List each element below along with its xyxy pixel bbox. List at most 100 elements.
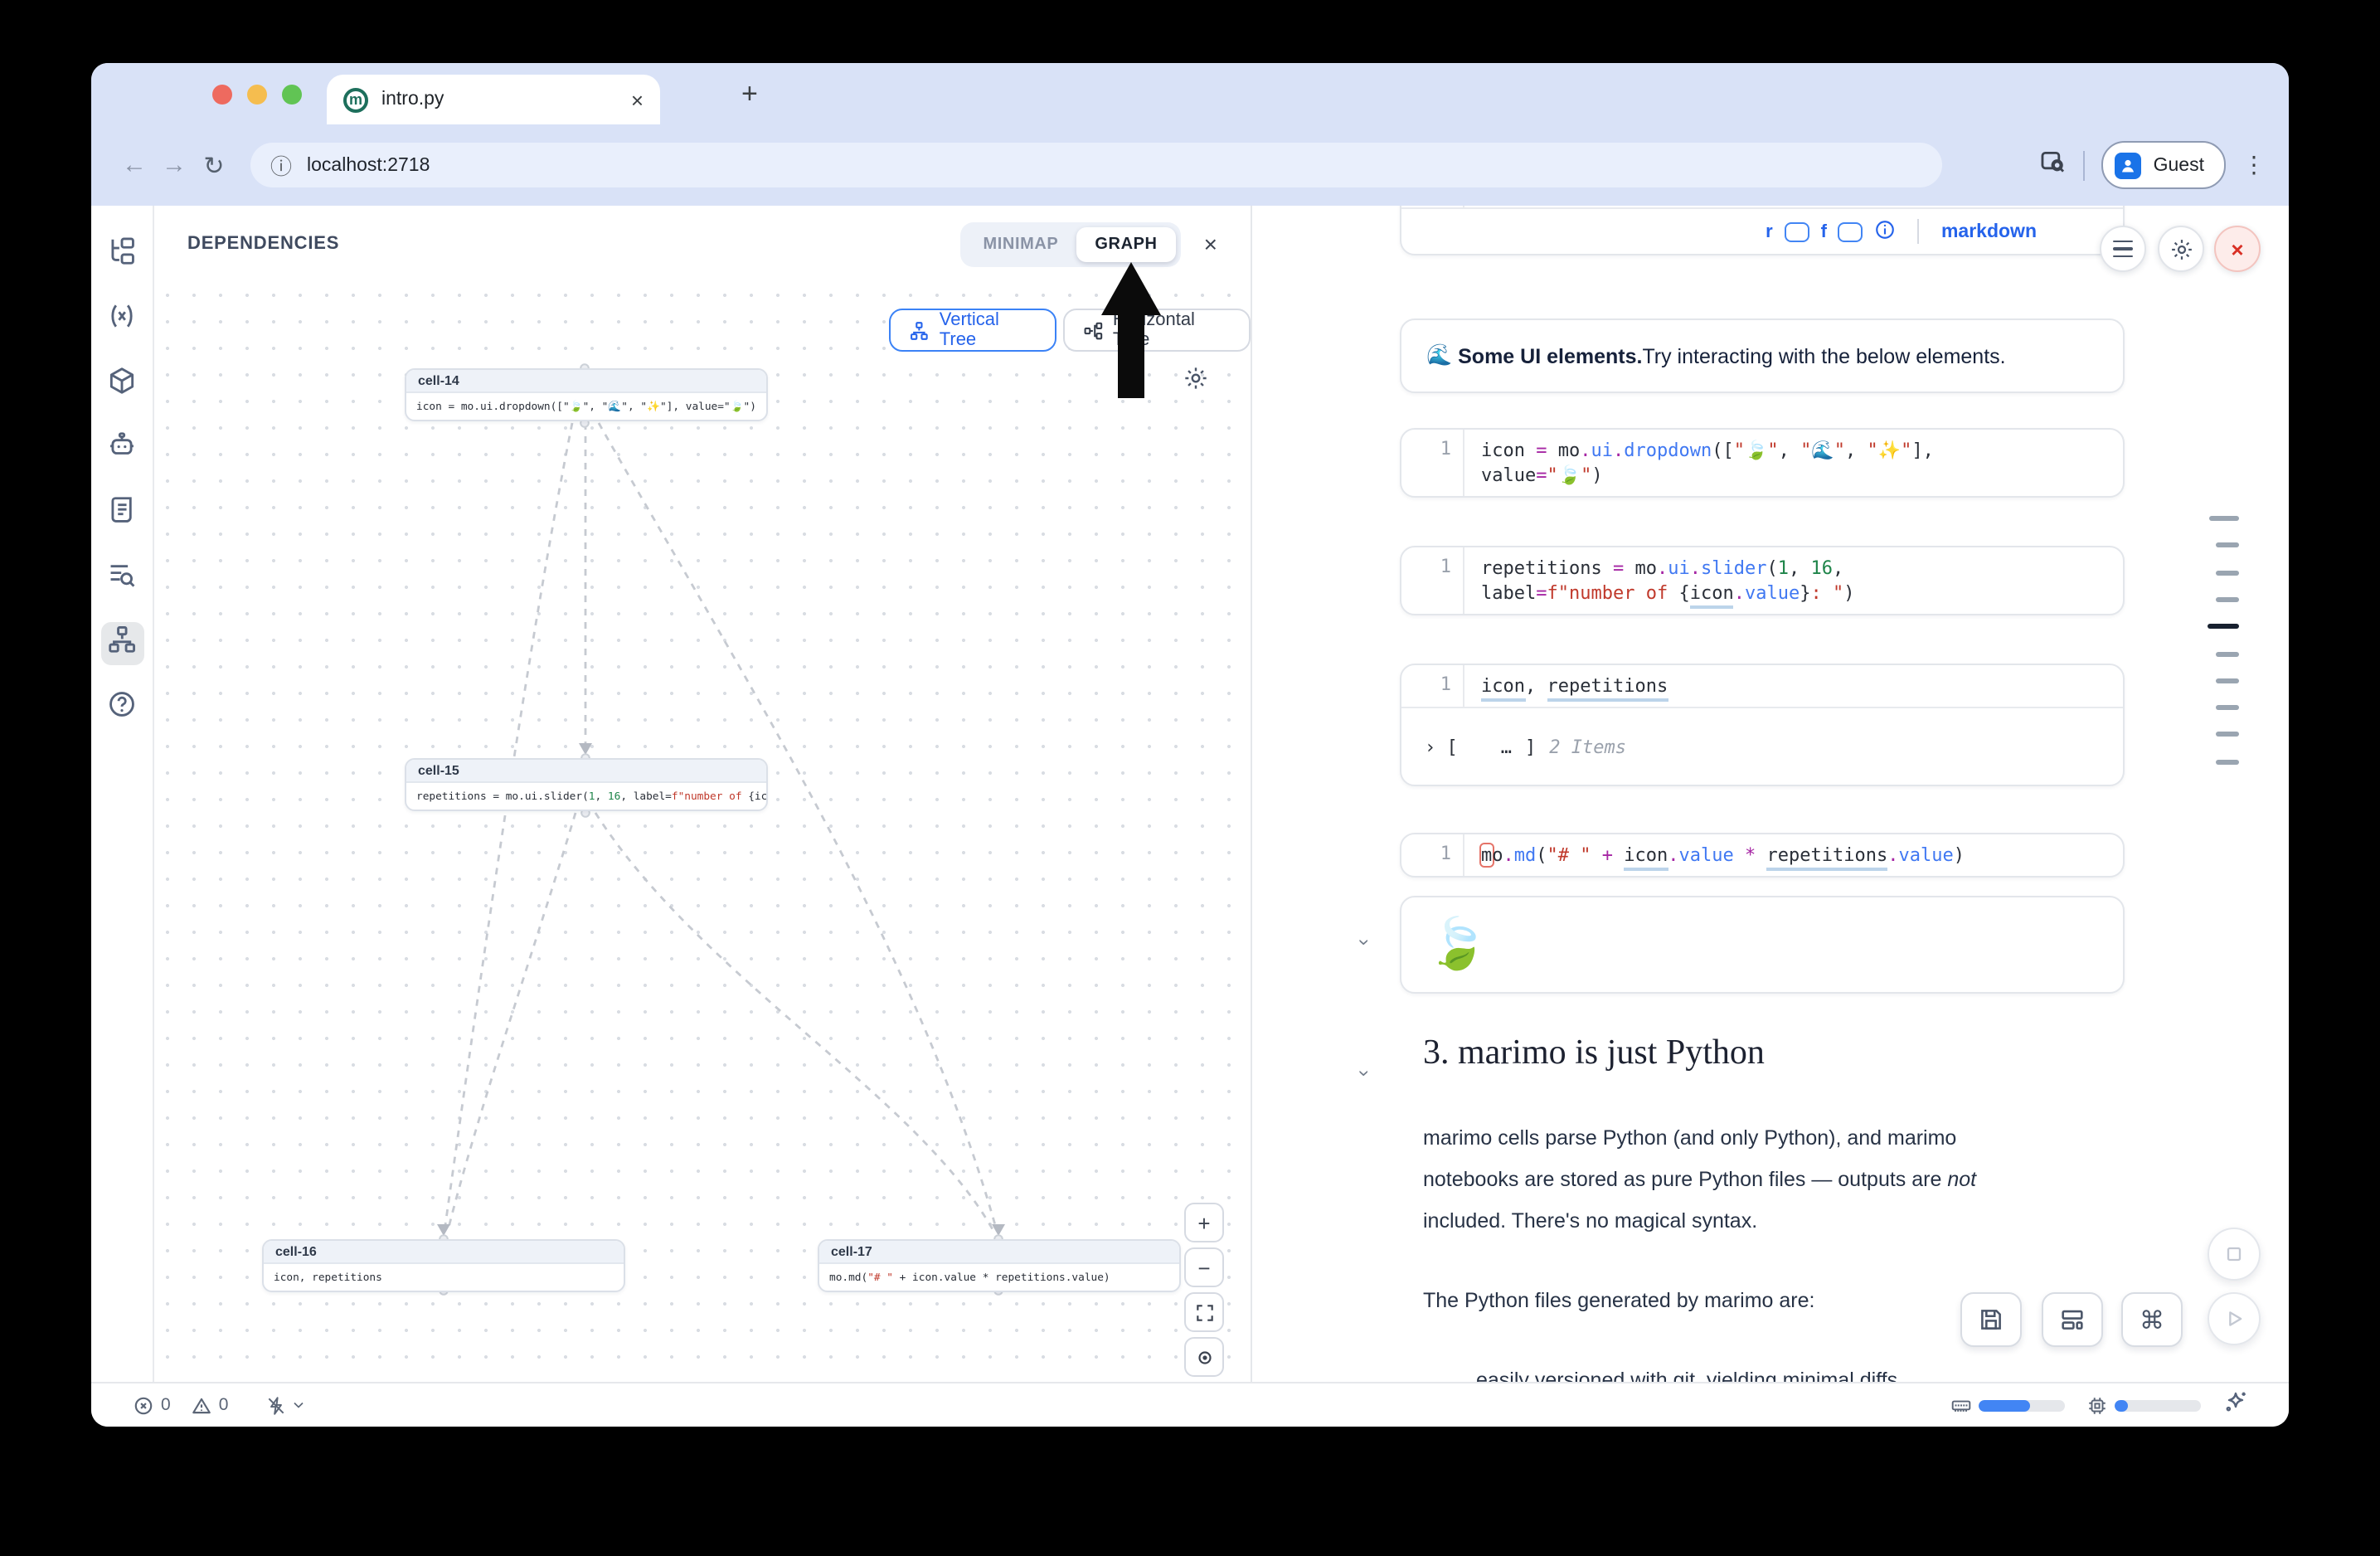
close-tab-icon[interactable]: × [631, 89, 644, 110]
stop-button[interactable] [2208, 1228, 2261, 1281]
site-info-icon[interactable]: ⓘ [270, 149, 292, 181]
close-panel-icon[interactable]: × [1204, 231, 1217, 257]
window-controls[interactable] [212, 85, 302, 105]
minimap-cell-marker[interactable] [2216, 651, 2239, 656]
minimap-cell-marker[interactable] [2216, 759, 2239, 764]
shutdown-button[interactable]: × [2214, 226, 2261, 272]
sidebar-item-logs[interactable] [100, 493, 143, 536]
section-paragraph-2: The Python files generated by marimo are… [1423, 1281, 2040, 1322]
shortcuts-button[interactable]: ⌘ [2121, 1292, 2183, 1347]
cell-editor-dropdown[interactable]: 1 icon = mo.ui.dropdown(["🍃", "🌊", "✨"],… [1400, 428, 2125, 498]
node-title: cell-17 [819, 1241, 1179, 1264]
cpu-usage[interactable] [2086, 1394, 2201, 1416]
minimap-cell-marker[interactable] [2216, 570, 2239, 575]
shortcut-r-key[interactable] [1785, 221, 1809, 241]
profile-button[interactable]: Guest [2102, 141, 2226, 189]
expand-chevron[interactable]: › [1425, 736, 1435, 757]
footer-divider [1918, 219, 1920, 244]
maximize-window-button[interactable] [282, 85, 302, 105]
app-content: DEPENDENCIES MINIMAP GRAPH × [91, 206, 2289, 1382]
sidebar-item-snippets[interactable] [100, 557, 143, 601]
forward-icon[interactable]: → [154, 151, 194, 179]
help-icon [106, 688, 138, 728]
cell-output-leaf: 🍃 [1400, 896, 2125, 994]
sidebar-item-ai-chat[interactable] [100, 428, 143, 471]
collapse-output-chevron[interactable]: › [1353, 939, 1377, 946]
browser-menu-icon[interactable]: ⋮ [2242, 151, 2266, 179]
graph-settings-icon[interactable] [1183, 365, 1209, 400]
minimap-cell-marker[interactable] [2216, 732, 2239, 737]
node-code: icon = mo.ui.dropdown(["🍃", "🌊", "✨"], v… [406, 393, 766, 420]
browser-window: m intro.py × + ← → ↻ ⓘ localhost:2718 [91, 63, 2289, 1427]
language-badge[interactable]: markdown [1941, 221, 2037, 241]
errors-count: 0 [161, 1395, 171, 1415]
graph-edges [154, 282, 1251, 1382]
cell-editor-md[interactable]: 1 **🌊 Some UI elements.** Try interactin… [1400, 206, 2125, 255]
locate-button[interactable] [1184, 1337, 1224, 1377]
tab-minimap[interactable]: MINIMAP [965, 226, 1077, 261]
cpu-progress-bar [2115, 1399, 2201, 1411]
wave-emoji: 🌊 [1426, 343, 1452, 368]
sidebar-item-variables[interactable] [100, 299, 143, 342]
notebook-menu-button[interactable] [2100, 226, 2146, 272]
tab-graph[interactable]: GRAPH [1076, 226, 1175, 261]
vertical-tree-button[interactable]: Vertical Tree [889, 309, 1056, 352]
ellipsis: … [1501, 736, 1512, 757]
gear-icon [2169, 236, 2193, 261]
zoom-in-button[interactable]: + [1184, 1203, 1224, 1242]
autorun-toggle[interactable] [265, 1394, 306, 1416]
graph-node-cell-14[interactable]: cell-14icon = mo.ui.dropdown(["🍃", "🌊", … [405, 368, 768, 421]
minimap-cell-marker[interactable] [2209, 516, 2239, 521]
bracket-close: ] [1525, 736, 1536, 757]
graph-node-cell-17[interactable]: cell-17mo.md("# " + icon.value * repetit… [818, 1239, 1181, 1292]
close-window-button[interactable] [212, 85, 232, 105]
zoom-out-button[interactable]: − [1184, 1247, 1224, 1287]
sidebar-item-help[interactable] [100, 687, 143, 730]
minimap-cell-marker[interactable] [2216, 597, 2239, 602]
ram-usage[interactable] [1950, 1394, 2065, 1416]
chevron-down-icon [289, 1397, 306, 1413]
line-number: 1 [1401, 206, 1464, 207]
sidebar-item-file-explorer[interactable] [100, 234, 143, 277]
run-button[interactable] [2208, 1292, 2261, 1345]
lightning-off-icon [265, 1394, 286, 1416]
cell-editor-slider[interactable]: 1 repetitions = mo.ui.slider(1, 16,label… [1400, 546, 2125, 615]
minimize-window-button[interactable] [247, 85, 267, 105]
graph-node-cell-16[interactable]: cell-16icon, repetitions [262, 1239, 625, 1292]
minimap-cell-marker[interactable] [2208, 624, 2239, 629]
collapse-section-chevron[interactable]: › [1353, 1070, 1377, 1077]
cpu-icon [2086, 1394, 2108, 1416]
graph-canvas[interactable]: Vertical Tree Horizontal Tree cell-14ico… [154, 282, 1251, 1382]
warnings-indicator[interactable]: 0 [191, 1394, 229, 1416]
ai-assist-icon[interactable] [2222, 1388, 2249, 1422]
browser-tab[interactable]: m intro.py × [327, 75, 660, 124]
variables-icon [106, 300, 138, 340]
node-title: cell-15 [406, 760, 766, 783]
sidebar-item-packages[interactable] [100, 363, 143, 406]
stop-icon [2222, 1242, 2246, 1266]
tab-search-icon[interactable] [2039, 147, 2067, 183]
cell-editor-mo-md[interactable]: 1 mo.md("# " + icon.value * repetitions.… [1400, 833, 2125, 878]
minimap-cell-marker[interactable] [2216, 543, 2239, 548]
address-bar[interactable]: ⓘ localhost:2718 [250, 143, 1942, 187]
fit-view-button[interactable] [1184, 1292, 1224, 1332]
shortcut-f-key[interactable] [1838, 221, 1863, 241]
back-icon[interactable]: ← [114, 151, 154, 179]
notebook-settings-button[interactable] [2158, 226, 2204, 272]
cell-editor-tuple[interactable]: 1 icon, repetitions › [ … ] 2 Items [1400, 664, 2125, 786]
minimap-cell-marker[interactable] [2216, 705, 2239, 710]
section-bullet-partial: easily versioned with git, yielding mini… [1476, 1360, 2093, 1382]
reload-icon[interactable]: ↻ [194, 150, 234, 180]
line-number: 1 [1401, 430, 1464, 496]
sidebar-item-dependency-graph[interactable] [100, 622, 143, 665]
save-button[interactable] [1960, 1292, 2022, 1347]
collapsed-output[interactable]: › [ … ] 2 Items [1401, 708, 2123, 785]
minimap-cell-marker[interactable] [2216, 678, 2239, 683]
errors-indicator[interactable]: 0 [133, 1394, 171, 1416]
layout-button[interactable] [2042, 1292, 2103, 1347]
new-tab-button[interactable]: + [741, 78, 758, 111]
notebook-pane: 1 **🌊 Some UI elements.** Try interactin… [1252, 206, 2289, 1382]
snippets-icon [106, 559, 138, 599]
cell-info-icon[interactable] [1875, 219, 1897, 244]
graph-node-cell-15[interactable]: cell-15repetitions = mo.ui.slider(1, 16,… [405, 758, 768, 811]
